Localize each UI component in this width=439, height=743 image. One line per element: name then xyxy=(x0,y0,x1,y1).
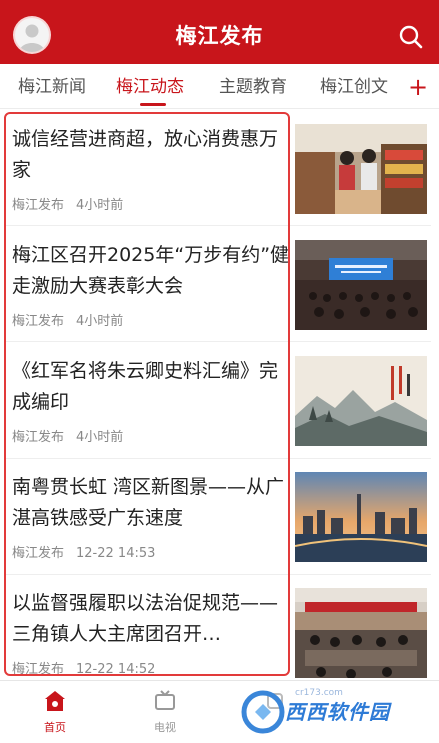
article-source: 梅江发布 xyxy=(12,546,65,561)
article-meta: 梅江发布 4小时前 xyxy=(12,194,290,213)
tab-meijiang-dynamics[interactable]: 梅江动态 xyxy=(116,64,184,108)
list-divider xyxy=(6,341,431,342)
article-time: 12-22 14:53 xyxy=(76,546,156,561)
article-item[interactable]: 梅江区召开2025年“万步有约”健走激励大赛表彰大会 梅江发布 4小时前 xyxy=(12,240,290,329)
article-meta: 梅江发布 12-22 14:52 xyxy=(12,658,290,677)
active-tab-indicator xyxy=(140,103,166,106)
category-tabs: 梅江新闻 梅江动态 主题教育 梅江创文 xyxy=(0,64,439,109)
article-item[interactable]: 《红军名将朱云卿史料汇编》完成编印 梅江发布 4小时前 xyxy=(12,356,290,445)
article-item[interactable]: 以监督强履职以法治促规范——三角镇人大主席团召开… 梅江发布 12-22 14:5… xyxy=(12,588,290,677)
article-source: 梅江发布 xyxy=(12,198,65,213)
article-time: 4小时前 xyxy=(76,314,124,329)
article-item[interactable]: 南粤贯长虹 湾区新图景——从广湛高铁感受广东速度 梅江发布 12-22 14:53 xyxy=(12,472,290,561)
article-title[interactable]: 《红军名将朱云卿史料汇编》完成编印 xyxy=(12,356,290,418)
nav-tv[interactable]: 电视 xyxy=(135,681,195,743)
article-title[interactable]: 以监督强履职以法治促规范——三角镇人大主席团召开… xyxy=(12,588,290,650)
article-time: 4小时前 xyxy=(76,198,124,213)
article-title[interactable]: 梅江区召开2025年“万步有约”健走激励大赛表彰大会 xyxy=(12,240,290,302)
list-divider xyxy=(6,458,431,459)
article-time: 4小时前 xyxy=(76,430,124,445)
tab-meijiang-news[interactable]: 梅江新闻 xyxy=(18,64,86,108)
app-header: 梅江发布 xyxy=(0,0,439,64)
article-time: 12-22 14:52 xyxy=(76,662,156,677)
article-thumbnail-city-skyline[interactable] xyxy=(295,472,427,562)
list-divider xyxy=(6,225,431,226)
watermark-logo-icon xyxy=(241,690,285,734)
article-meta: 梅江发布 4小时前 xyxy=(12,426,290,445)
nav-home[interactable]: 首页 xyxy=(25,681,85,743)
article-thumbnail-conference[interactable] xyxy=(295,588,427,678)
watermark: cr173.com 西西软件园 xyxy=(235,686,435,736)
article-thumbnail-meeting-hall[interactable] xyxy=(295,240,427,330)
page-title: 梅江发布 xyxy=(175,24,264,48)
article-source: 梅江发布 xyxy=(12,662,65,677)
watermark-text: 西西软件园 xyxy=(285,700,390,724)
tab-meijiang-civilization[interactable]: 梅江创文 xyxy=(320,64,388,108)
article-source: 梅江发布 xyxy=(12,314,65,329)
nav-label: 电视 xyxy=(154,721,176,734)
list-divider xyxy=(6,574,431,575)
article-source: 梅江发布 xyxy=(12,430,65,445)
add-tab-button[interactable]: + xyxy=(407,64,429,108)
tab-theme-education[interactable]: 主题教育 xyxy=(219,64,287,108)
article-thumbnail-book-cover[interactable] xyxy=(295,356,427,446)
article-thumbnail-supermarket[interactable] xyxy=(295,124,427,214)
search-button[interactable] xyxy=(398,24,424,50)
home-icon xyxy=(45,691,65,711)
article-item[interactable]: 诚信经营进商超，放心消费惠万家 梅江发布 4小时前 xyxy=(12,124,290,213)
article-title[interactable]: 南粤贯长虹 湾区新图景——从广湛高铁感受广东速度 xyxy=(12,472,290,534)
article-meta: 梅江发布 12-22 14:53 xyxy=(12,542,290,561)
article-meta: 梅江发布 4小时前 xyxy=(12,310,290,329)
article-title[interactable]: 诚信经营进商超，放心消费惠万家 xyxy=(12,124,290,186)
nav-label: 首页 xyxy=(44,721,66,734)
search-icon xyxy=(399,25,423,49)
tv-icon xyxy=(155,690,175,710)
